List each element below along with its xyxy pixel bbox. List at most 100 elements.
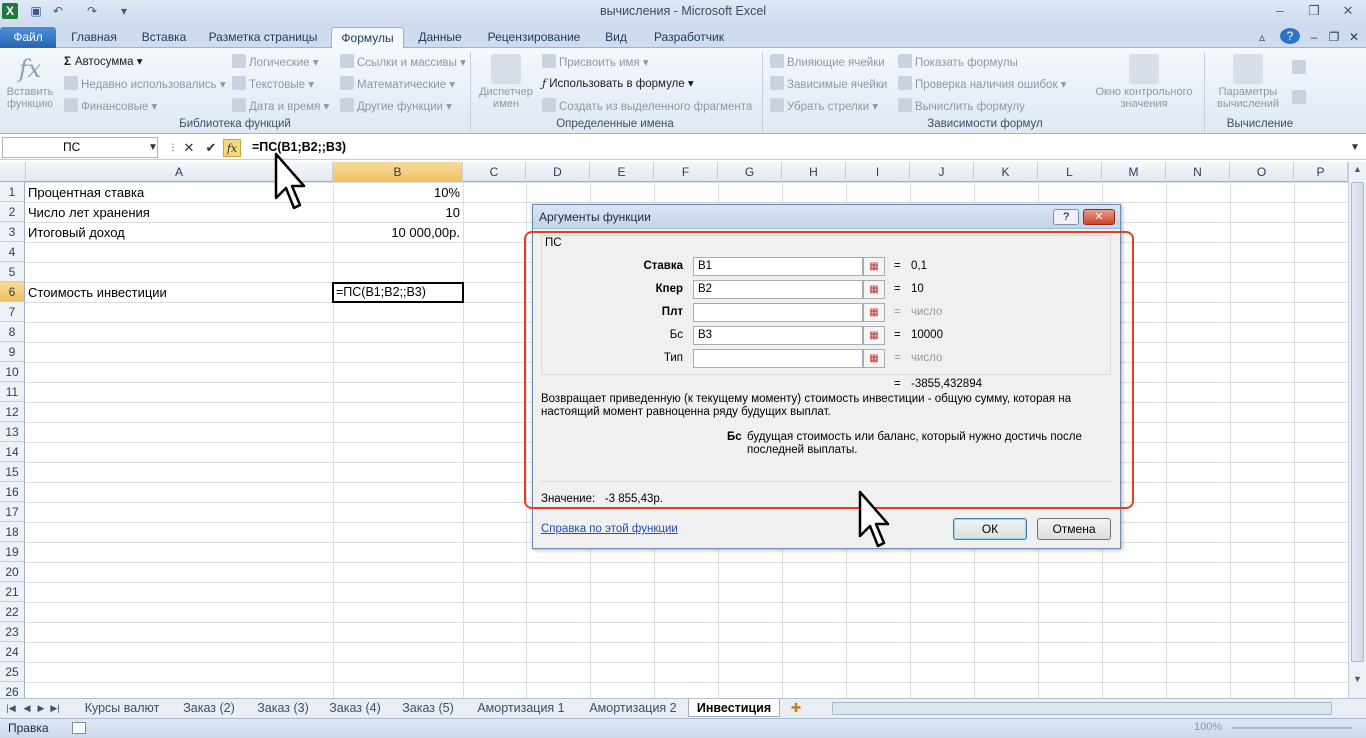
calc-options-button[interactable]: Параметры вычислений	[1208, 54, 1288, 110]
trace-precedents-button[interactable]: Влияющие ячейки	[770, 54, 885, 69]
column-header[interactable]: N	[1166, 162, 1230, 182]
use-in-formula-button[interactable]: ƒ Использовать в формуле ▾	[542, 76, 694, 90]
prev-sheet-icon[interactable]: ◀	[20, 699, 34, 717]
trace-dependents-button[interactable]: Зависимые ячейки	[770, 76, 887, 91]
row-header[interactable]: 8	[0, 322, 25, 342]
column-header[interactable]: E	[590, 162, 654, 182]
name-manager-button[interactable]: Диспетчер имен	[474, 54, 538, 110]
sheet-tab-active[interactable]: Инвестиция	[688, 699, 780, 717]
other-functions-button[interactable]: Другие функции ▾	[340, 98, 452, 113]
row-header[interactable]: 20	[0, 562, 25, 582]
dialog-titlebar[interactable]: Аргументы функции ? ✕	[533, 205, 1120, 229]
column-header[interactable]: I	[846, 162, 910, 182]
row-header[interactable]: 7	[0, 302, 25, 322]
tab-view[interactable]: Вид	[596, 27, 636, 48]
cell-b2[interactable]: 10	[334, 203, 460, 223]
text-functions-button[interactable]: Текстовые ▾	[232, 76, 314, 91]
tab-home[interactable]: Главная	[62, 27, 126, 48]
row-header[interactable]: 23	[0, 622, 25, 642]
sheet-tab[interactable]: Заказ (5)	[395, 699, 461, 717]
close-icon[interactable]: ✕	[1336, 2, 1360, 20]
cell-a3[interactable]: Итоговый доход	[28, 223, 125, 243]
row-header[interactable]: 1	[0, 182, 25, 202]
column-header[interactable]: H	[782, 162, 846, 182]
cancel-entry-icon[interactable]: ✕	[180, 139, 198, 157]
function-help-link[interactable]: Справка по этой функции	[541, 523, 678, 535]
tab-developer[interactable]: Разработчик	[644, 27, 734, 48]
ribbon-minimize-icon[interactable]: ▵	[1252, 27, 1272, 48]
row-header[interactable]: 10	[0, 362, 25, 382]
enter-entry-icon[interactable]: ✔	[202, 139, 220, 157]
insert-function-button[interactable]: fx Вставить функцию	[2, 54, 58, 110]
column-header[interactable]: F	[654, 162, 718, 182]
row-header[interactable]: 3	[0, 222, 25, 242]
select-all-corner[interactable]	[0, 162, 26, 182]
next-sheet-icon[interactable]: ▶	[34, 699, 48, 717]
show-formulas-button[interactable]: Показать формулы	[898, 54, 1018, 69]
lookup-functions-button[interactable]: Ссылки и массивы ▾	[340, 54, 466, 69]
row-header[interactable]: 4	[0, 242, 25, 262]
horizontal-scrollbar[interactable]	[832, 702, 1332, 715]
doc-close-icon[interactable]: ✕	[1344, 27, 1364, 48]
doc-minimize-icon[interactable]: –	[1304, 27, 1324, 48]
tab-formulas[interactable]: Формулы	[331, 27, 404, 48]
create-from-selection-button[interactable]: Создать из выделенного фрагмента	[542, 98, 752, 113]
insert-function-icon[interactable]: fx	[223, 139, 241, 157]
vertical-scrollbar[interactable]: ▲ ▼	[1348, 162, 1366, 702]
name-box-dropdown-icon[interactable]: ▼	[144, 139, 162, 157]
math-functions-button[interactable]: Математические ▾	[340, 76, 455, 91]
row-header[interactable]: 15	[0, 462, 25, 482]
sheet-tab[interactable]: Заказ (2)	[176, 699, 242, 717]
cell-a2[interactable]: Число лет хранения	[28, 203, 150, 223]
tab-insert[interactable]: Вставка	[134, 27, 194, 48]
column-header[interactable]: K	[974, 162, 1038, 182]
logical-functions-button[interactable]: Логические ▾	[232, 54, 319, 69]
calc-now-button[interactable]	[1292, 60, 1309, 75]
row-header[interactable]: 6	[0, 282, 25, 302]
dialog-close-button[interactable]: ✕	[1083, 209, 1115, 225]
row-header[interactable]: 2	[0, 202, 25, 222]
column-header[interactable]: C	[463, 162, 526, 182]
column-header[interactable]: O	[1230, 162, 1294, 182]
column-header[interactable]: P	[1294, 162, 1348, 182]
row-header[interactable]: 16	[0, 482, 25, 502]
last-sheet-icon[interactable]: ▶|	[48, 699, 62, 717]
row-header[interactable]: 17	[0, 502, 25, 522]
active-cell-b6[interactable]: =ПС(B1;B2;;B3)	[332, 282, 464, 303]
sheet-tab[interactable]: Амортизация 2	[580, 699, 686, 717]
row-header[interactable]: 22	[0, 602, 25, 622]
scroll-down-icon[interactable]: ▼	[1351, 674, 1364, 688]
row-header[interactable]: 9	[0, 342, 25, 362]
datetime-functions-button[interactable]: Дата и время ▾	[232, 98, 329, 113]
error-checking-button[interactable]: Проверка наличия ошибок ▾	[898, 76, 1066, 91]
tab-review[interactable]: Рецензирование	[478, 27, 590, 48]
row-header[interactable]: 24	[0, 642, 25, 662]
insert-sheet-icon[interactable]: ✚	[786, 699, 806, 717]
financial-functions-button[interactable]: Финансовые ▾	[64, 98, 157, 113]
column-header[interactable]: L	[1038, 162, 1102, 182]
column-header[interactable]: M	[1102, 162, 1166, 182]
cell-b1[interactable]: 10%	[334, 183, 460, 203]
sheet-tab[interactable]: Амортизация 1	[468, 699, 574, 717]
row-header[interactable]: 13	[0, 422, 25, 442]
macro-record-icon[interactable]	[72, 722, 86, 734]
cancel-button[interactable]: Отмена	[1037, 518, 1111, 540]
column-header[interactable]: G	[718, 162, 782, 182]
scroll-up-icon[interactable]: ▲	[1351, 164, 1364, 178]
cell-a1[interactable]: Процентная ставка	[28, 183, 144, 203]
column-header[interactable]: B	[333, 162, 463, 182]
column-header[interactable]: J	[910, 162, 974, 182]
assign-name-button[interactable]: Присвоить имя ▾	[542, 54, 649, 69]
expand-formula-bar-icon[interactable]: ▼	[1346, 139, 1364, 157]
tab-page-layout[interactable]: Разметка страницы	[202, 27, 324, 48]
restore-icon[interactable]: ❐	[1302, 2, 1326, 20]
evaluate-formula-button[interactable]: Вычислить формулу	[898, 98, 1025, 113]
row-header[interactable]: 11	[0, 382, 25, 402]
row-header[interactable]: 25	[0, 662, 25, 682]
cell-a6[interactable]: Стоимость инвестиции	[28, 283, 167, 303]
sheet-tab[interactable]: Заказ (3)	[250, 699, 316, 717]
first-sheet-icon[interactable]: |◀	[4, 699, 18, 717]
dialog-help-button[interactable]: ?	[1053, 209, 1079, 225]
row-header[interactable]: 18	[0, 522, 25, 542]
doc-restore-icon[interactable]: ❐	[1324, 27, 1344, 48]
